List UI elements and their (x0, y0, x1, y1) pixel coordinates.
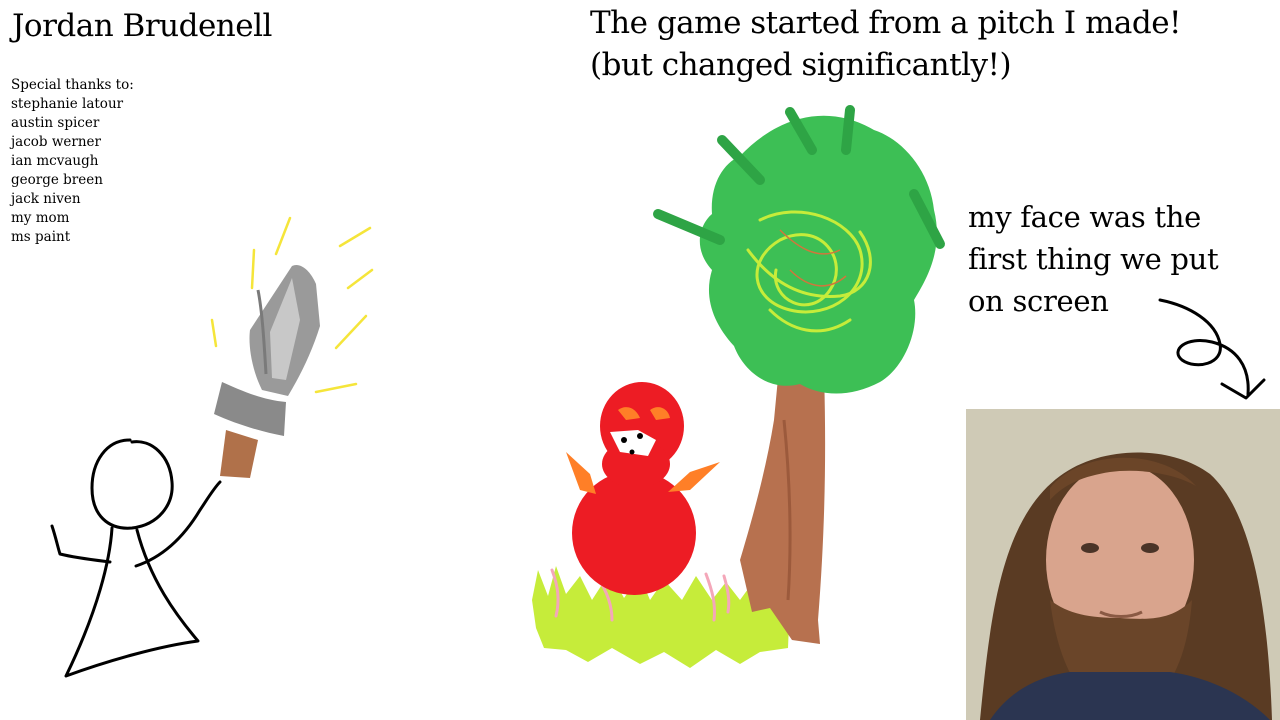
stick-figure-drawing (50, 438, 222, 678)
portrait-photo (966, 409, 1280, 720)
sword-drawing (210, 216, 374, 478)
tree-drawing (653, 105, 945, 644)
red-creature-drawing (566, 382, 720, 595)
doodle-canvas (50, 105, 1280, 720)
curly-arrow-drawing (1158, 298, 1266, 400)
